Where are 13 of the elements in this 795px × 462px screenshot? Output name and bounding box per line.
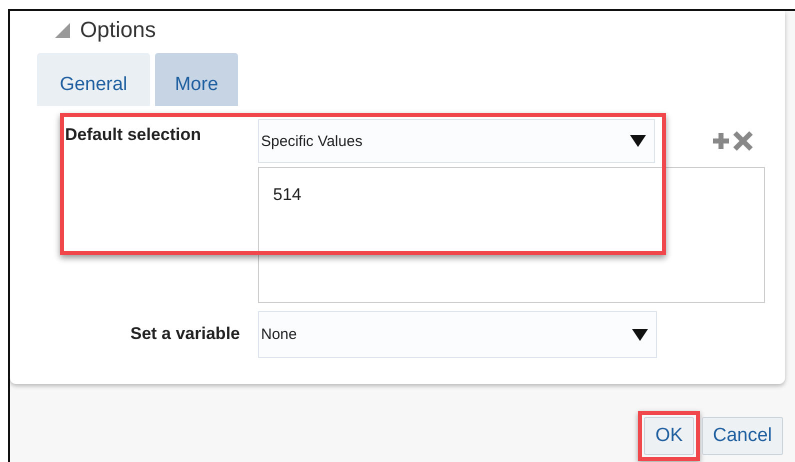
field-label: Default selection	[64, 124, 202, 146]
tab[interactable]: More	[155, 53, 238, 106]
tab[interactable]: General	[37, 53, 150, 106]
caret-icon	[630, 135, 646, 147]
dropdown[interactable]: Specific Values	[258, 119, 655, 163]
field-label: Set a variable	[130, 324, 241, 344]
section-title: Options	[80, 17, 156, 43]
caret-icon	[632, 328, 648, 340]
dropdown[interactable]: None	[258, 311, 657, 358]
dialog-button[interactable]: OK	[644, 417, 694, 455]
values-textarea[interactable]: 514	[258, 167, 765, 303]
dialog-button[interactable]: Cancel	[702, 417, 783, 455]
collapse-triangle-icon[interactable]	[55, 22, 70, 38]
